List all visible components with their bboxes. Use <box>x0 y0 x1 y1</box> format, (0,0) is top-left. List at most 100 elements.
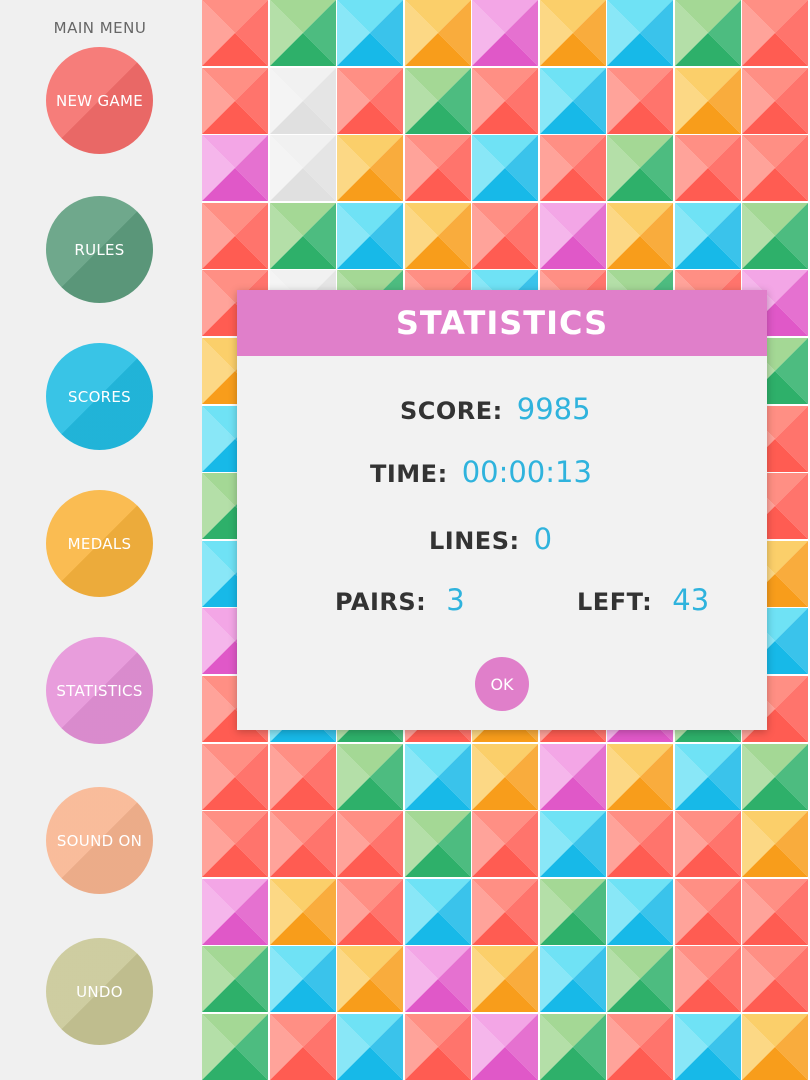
board-tile[interactable] <box>405 203 471 269</box>
rules-button[interactable]: RULES <box>46 196 153 303</box>
board-tile[interactable] <box>202 946 268 1012</box>
board-tile[interactable] <box>607 68 673 134</box>
board-tile[interactable] <box>472 1014 538 1080</box>
board-tile[interactable] <box>607 744 673 810</box>
board-tile[interactable] <box>202 135 268 201</box>
ok-button[interactable]: OK <box>475 657 529 711</box>
tile-shape <box>202 135 268 201</box>
board-tile[interactable] <box>742 1014 808 1080</box>
board-tile[interactable] <box>405 811 471 877</box>
board-tile[interactable] <box>202 811 268 877</box>
board-tile[interactable] <box>675 946 741 1012</box>
board-tile[interactable] <box>405 0 471 66</box>
board-tile[interactable] <box>607 811 673 877</box>
board-tile[interactable] <box>540 811 606 877</box>
sound-toggle-button[interactable]: SOUND ON <box>46 787 153 894</box>
board-tile[interactable] <box>675 0 741 66</box>
new-game-button[interactable]: NEW GAME <box>46 47 153 154</box>
board-tile[interactable] <box>405 744 471 810</box>
board-tile[interactable] <box>270 135 336 201</box>
board-tile[interactable] <box>270 946 336 1012</box>
board-tile[interactable] <box>540 135 606 201</box>
board-tile[interactable] <box>742 68 808 134</box>
board-tile[interactable] <box>742 879 808 945</box>
board-tile[interactable] <box>270 744 336 810</box>
board-tile[interactable] <box>607 1014 673 1080</box>
undo-button[interactable]: UNDO <box>46 938 153 1045</box>
board-tile[interactable] <box>337 0 403 66</box>
board-tile[interactable] <box>540 879 606 945</box>
board-tile[interactable] <box>270 68 336 134</box>
tile-shape <box>405 1014 471 1080</box>
board-tile[interactable] <box>472 744 538 810</box>
board-tile[interactable] <box>202 744 268 810</box>
board-tile[interactable] <box>472 135 538 201</box>
board-tile[interactable] <box>202 0 268 66</box>
board-tile[interactable] <box>675 1014 741 1080</box>
board-tile[interactable] <box>472 879 538 945</box>
board-tile[interactable] <box>405 946 471 1012</box>
board-tile[interactable] <box>675 203 741 269</box>
board-tile[interactable] <box>337 744 403 810</box>
board-tile[interactable] <box>607 135 673 201</box>
board-tile[interactable] <box>607 946 673 1012</box>
tile-shape <box>405 203 471 269</box>
board-tile[interactable] <box>540 203 606 269</box>
board-tile[interactable] <box>337 68 403 134</box>
board-tile[interactable] <box>540 68 606 134</box>
board-tile[interactable] <box>405 1014 471 1080</box>
board-tile[interactable] <box>472 68 538 134</box>
tile-shape <box>607 1014 673 1080</box>
board-tile[interactable] <box>742 811 808 877</box>
tile-shape <box>675 135 741 201</box>
board-tile[interactable] <box>270 811 336 877</box>
board-tile[interactable] <box>337 811 403 877</box>
board-tile[interactable] <box>742 0 808 66</box>
board-tile[interactable] <box>337 879 403 945</box>
undo-label: UNDO <box>76 982 123 1001</box>
board-tile[interactable] <box>405 879 471 945</box>
board-tile[interactable] <box>742 744 808 810</box>
board-tile[interactable] <box>742 946 808 1012</box>
board-tile[interactable] <box>472 946 538 1012</box>
board-tile[interactable] <box>337 135 403 201</box>
board-tile[interactable] <box>675 135 741 201</box>
board-tile[interactable] <box>405 68 471 134</box>
board-tile[interactable] <box>337 946 403 1012</box>
board-tile[interactable] <box>270 1014 336 1080</box>
tile-shape <box>607 946 673 1012</box>
board-tile[interactable] <box>270 0 336 66</box>
board-tile[interactable] <box>540 1014 606 1080</box>
medals-button[interactable]: MEDALS <box>46 490 153 597</box>
board-tile[interactable] <box>742 203 808 269</box>
board-tile[interactable] <box>607 203 673 269</box>
board-tile[interactable] <box>540 946 606 1012</box>
tile-shape <box>472 1014 538 1080</box>
board-tile[interactable] <box>607 0 673 66</box>
board-tile[interactable] <box>202 1014 268 1080</box>
board-tile[interactable] <box>472 811 538 877</box>
board-tile[interactable] <box>270 879 336 945</box>
scores-button[interactable]: SCORES <box>46 343 153 450</box>
board-tile[interactable] <box>270 203 336 269</box>
board-tile[interactable] <box>202 203 268 269</box>
board-tile[interactable] <box>202 68 268 134</box>
board-tile[interactable] <box>607 879 673 945</box>
board-tile[interactable] <box>675 744 741 810</box>
board-tile[interactable] <box>675 68 741 134</box>
tile-shape <box>270 744 336 810</box>
board-tile[interactable] <box>675 811 741 877</box>
board-tile[interactable] <box>405 135 471 201</box>
board-tile[interactable] <box>540 0 606 66</box>
board-tile[interactable] <box>337 1014 403 1080</box>
board-tile[interactable] <box>472 203 538 269</box>
board-tile[interactable] <box>742 135 808 201</box>
tile-shape <box>270 203 336 269</box>
board-tile[interactable] <box>472 0 538 66</box>
board-tile[interactable] <box>202 879 268 945</box>
board-tile[interactable] <box>337 203 403 269</box>
tile-shape <box>540 811 606 877</box>
statistics-button[interactable]: STATISTICS <box>46 637 153 744</box>
board-tile[interactable] <box>540 744 606 810</box>
board-tile[interactable] <box>675 879 741 945</box>
